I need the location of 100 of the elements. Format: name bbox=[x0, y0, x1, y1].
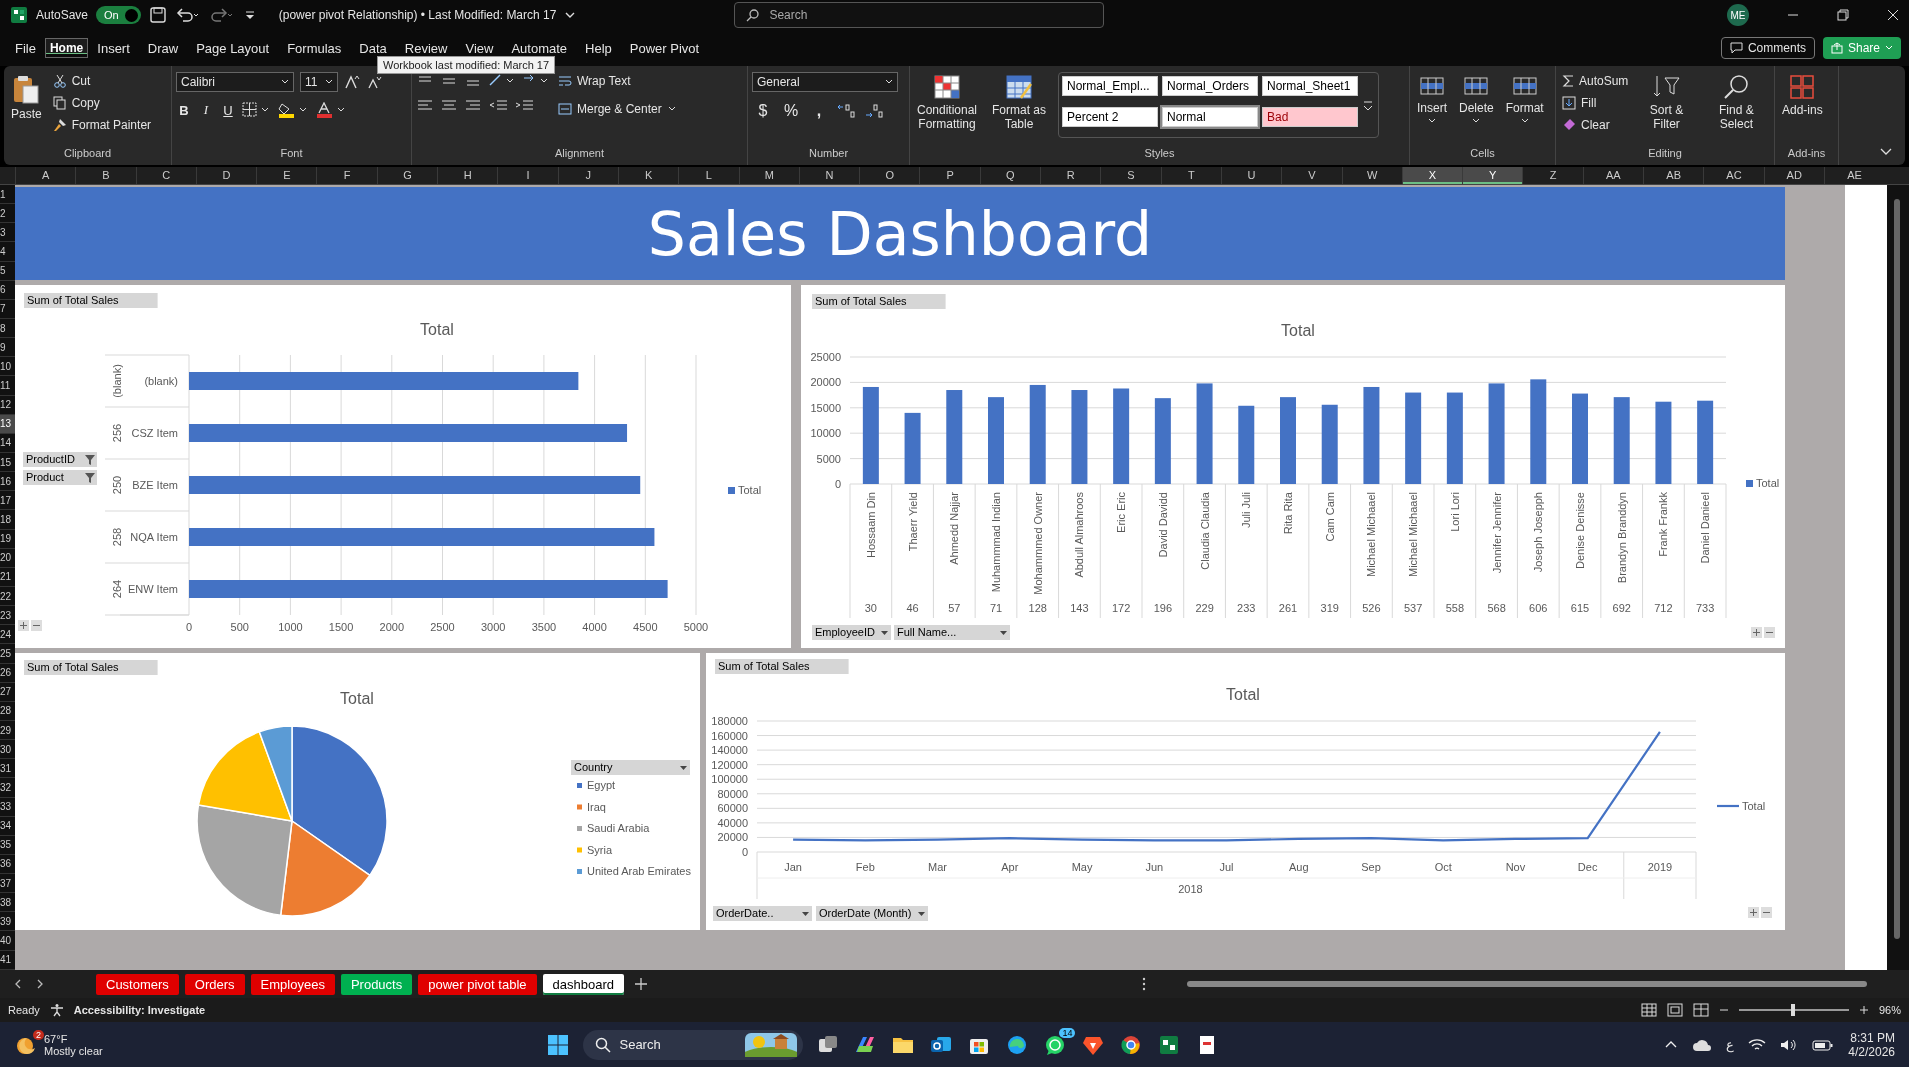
ribbon-tab[interactable]: Help bbox=[576, 34, 621, 62]
currency-button[interactable]: $ bbox=[752, 102, 774, 120]
accessibility-icon[interactable] bbox=[49, 1003, 64, 1017]
sheet-tab[interactable]: dashboard bbox=[542, 973, 624, 995]
cells-button[interactable]: Insert bbox=[1414, 72, 1450, 126]
column-header[interactable]: P bbox=[919, 167, 980, 184]
field-button[interactable]: Full Name... bbox=[894, 625, 1010, 640]
ribbon-tab[interactable]: Page Layout bbox=[187, 34, 279, 62]
column-header[interactable]: AD bbox=[1763, 167, 1824, 184]
column-header[interactable]: J bbox=[557, 167, 618, 184]
column-header[interactable]: S bbox=[1100, 167, 1161, 184]
cloud-icon[interactable] bbox=[1692, 1037, 1713, 1052]
column-header[interactable]: F bbox=[316, 167, 377, 184]
comments-button[interactable]: Comments bbox=[1720, 37, 1815, 59]
add-ins-button[interactable]: Add-ins bbox=[1779, 72, 1826, 119]
percent-button[interactable]: % bbox=[780, 102, 802, 120]
column-header[interactable]: M bbox=[738, 167, 799, 184]
column-header[interactable]: I bbox=[497, 167, 558, 184]
number-format-field[interactable]: General bbox=[752, 72, 898, 92]
column-header[interactable]: R bbox=[1040, 167, 1101, 184]
page-break-icon[interactable] bbox=[1692, 1003, 1709, 1017]
field-button[interactable]: OrderDate.. bbox=[713, 906, 812, 921]
field-button[interactable]: Product bbox=[23, 470, 97, 485]
column-header[interactable]: B bbox=[75, 167, 136, 184]
clock-date[interactable]: 4/2/2026 bbox=[1848, 1044, 1895, 1059]
expand-icon[interactable] bbox=[18, 620, 29, 631]
column-header[interactable]: K bbox=[617, 167, 679, 184]
grow-font-icon[interactable] bbox=[344, 74, 360, 90]
cell-style[interactable]: Normal bbox=[1162, 107, 1258, 127]
column-header[interactable]: T bbox=[1160, 167, 1221, 184]
language-indicator[interactable]: ع bbox=[1726, 1037, 1735, 1052]
column-header[interactable]: U bbox=[1220, 167, 1282, 184]
cells-button[interactable]: Format bbox=[1502, 72, 1547, 126]
field-button[interactable]: ProductID bbox=[23, 452, 97, 467]
add-sheet-icon[interactable] bbox=[633, 977, 648, 991]
cells-button[interactable]: Delete bbox=[1456, 72, 1497, 126]
cell-style[interactable]: Normal_Orders bbox=[1162, 76, 1258, 96]
page-layout-icon[interactable] bbox=[1666, 1003, 1683, 1017]
field-button[interactable]: Sum of Total Sales bbox=[715, 659, 849, 674]
battery-icon[interactable] bbox=[1812, 1037, 1835, 1052]
increase-decimal-icon[interactable] bbox=[836, 103, 858, 119]
column-header[interactable]: AC bbox=[1703, 167, 1764, 184]
format-as-table-button[interactable]: Format as Table bbox=[986, 72, 1052, 133]
cell-style[interactable]: Normal_Sheet1 bbox=[1262, 76, 1358, 96]
zoom-in-icon[interactable] bbox=[1858, 1005, 1869, 1015]
ribbon-tab[interactable]: Formulas bbox=[278, 34, 351, 62]
windows-start-icon[interactable] bbox=[547, 1033, 570, 1056]
column-header[interactable]: N bbox=[798, 167, 860, 184]
sheet-tab[interactable]: Orders bbox=[184, 973, 245, 995]
font-size-field[interactable]: 11 bbox=[300, 72, 338, 92]
merge-center-button[interactable]: Merge & Center bbox=[556, 100, 679, 118]
font-field[interactable]: Calibri bbox=[176, 72, 294, 92]
accessibility-status[interactable]: Accessibility: Investigate bbox=[73, 1004, 206, 1016]
expand-icon[interactable] bbox=[1748, 907, 1759, 918]
ribbon-tab[interactable]: File bbox=[6, 34, 45, 62]
column-header[interactable]: AE bbox=[1823, 167, 1885, 184]
column-header[interactable]: Z bbox=[1522, 167, 1583, 184]
column-header[interactable]: X bbox=[1401, 167, 1463, 184]
cell-style[interactable]: Percent 2 bbox=[1062, 107, 1158, 127]
zoom-level[interactable]: 96% bbox=[1878, 1004, 1901, 1016]
wifi-icon[interactable] bbox=[1748, 1037, 1767, 1052]
column-header[interactable]: A bbox=[15, 167, 76, 184]
field-button[interactable]: EmployeeID bbox=[812, 625, 891, 640]
autosave-toggle[interactable]: On bbox=[96, 6, 141, 24]
paste-button[interactable]: Paste bbox=[8, 72, 45, 123]
sheet-tab[interactable]: Customers bbox=[96, 973, 179, 995]
column-header[interactable]: L bbox=[678, 167, 739, 184]
field-button[interactable]: Sum of Total Sales bbox=[812, 294, 946, 309]
redo-icon[interactable] bbox=[208, 6, 235, 24]
field-button[interactable]: Country bbox=[571, 760, 690, 775]
wrap-text-button[interactable]: Wrap Text bbox=[556, 72, 679, 90]
column-header[interactable]: Q bbox=[979, 167, 1041, 184]
save-icon[interactable] bbox=[148, 6, 167, 24]
ribbon-tab[interactable]: Power Pivot bbox=[620, 34, 709, 62]
cell-style[interactable]: Bad bbox=[1262, 107, 1358, 127]
column-header[interactable]: AA bbox=[1582, 167, 1643, 184]
sort-filter-button[interactable]: Sort & Filter bbox=[1636, 72, 1697, 133]
underline-button[interactable]: U bbox=[220, 102, 236, 118]
ribbon-tab[interactable]: Draw bbox=[138, 34, 188, 62]
orientation-icon[interactable] bbox=[488, 72, 516, 88]
field-button[interactable]: Sum of Total Sales bbox=[24, 660, 158, 675]
italic-button[interactable]: I bbox=[198, 102, 214, 118]
field-button[interactable]: Sum of Total Sales bbox=[24, 293, 158, 308]
expand-icon[interactable] bbox=[1751, 627, 1762, 638]
bold-button[interactable]: B bbox=[176, 102, 192, 118]
collapse-icon[interactable] bbox=[1879, 147, 1893, 157]
close-icon[interactable] bbox=[1887, 9, 1899, 21]
cell-style[interactable]: Normal_Empl... bbox=[1062, 76, 1158, 96]
comma-button[interactable]: , bbox=[808, 102, 830, 120]
column-header[interactable]: C bbox=[135, 167, 196, 184]
ribbon-tab[interactable]: Home bbox=[44, 38, 89, 58]
restore-icon[interactable] bbox=[1837, 9, 1849, 21]
field-button[interactable]: OrderDate (Month) bbox=[816, 906, 928, 921]
conditional-formatting-button[interactable]: Conditional Formatting bbox=[914, 72, 980, 133]
column-header[interactable]: D bbox=[195, 167, 257, 184]
column-header[interactable]: H bbox=[437, 167, 498, 184]
speaker-icon[interactable] bbox=[1780, 1037, 1799, 1052]
clear-button[interactable]: Clear bbox=[1560, 116, 1631, 134]
column-header[interactable]: AB bbox=[1643, 167, 1704, 184]
clock-time[interactable]: 8:31 PM bbox=[1850, 1030, 1895, 1045]
